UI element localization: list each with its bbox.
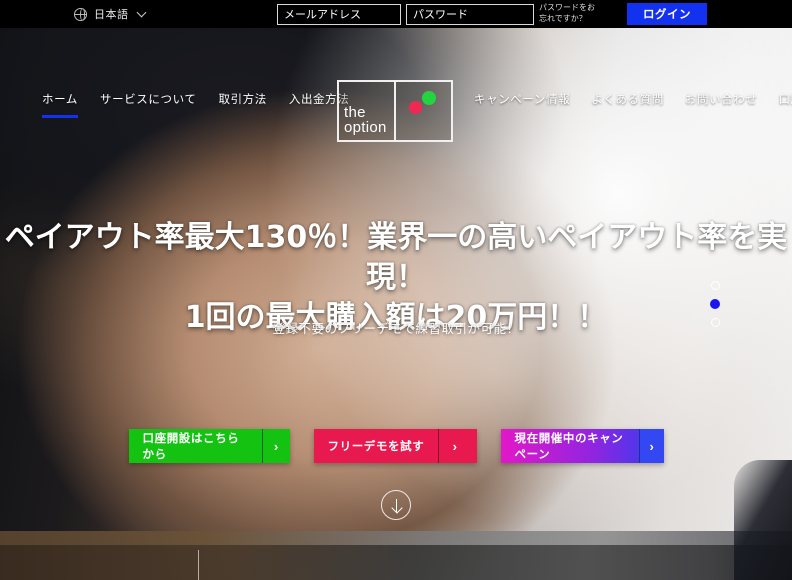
desk-edge-line xyxy=(198,550,199,580)
logo-green-dot-icon xyxy=(422,91,436,105)
page-root: 日本語 パスワードをお忘れですか？ ログイン ホーム サービスについて 取引方法… xyxy=(0,0,792,580)
nav-right-group: キャンペーン情報 よくある質問 お問い合わせ 口座開設 xyxy=(474,91,792,107)
nav-item-campaign-info[interactable]: キャンペーン情報 xyxy=(474,91,570,107)
current-campaign-button[interactable]: 現在開催中のキャンペーン › xyxy=(500,429,664,463)
nav-item-contact[interactable]: お問い合わせ xyxy=(685,91,758,107)
cta-button-row: 口座開設はこちらから › フリーデモを試す › 現在開催中のキャンペーン › xyxy=(0,429,792,463)
hero-subheadline: 登録不要のフリーデモで練習取引が可能！ xyxy=(272,322,520,336)
nav-item-open-account[interactable]: 口座開設 xyxy=(778,91,792,107)
logo-wordmark: the option xyxy=(339,82,396,140)
slider-dot-1[interactable] xyxy=(710,281,720,290)
arrow-down-icon xyxy=(395,498,397,512)
top-utility-bar: 日本語 パスワードをお忘れですか？ ログイン xyxy=(0,0,792,28)
password-input[interactable] xyxy=(406,4,534,25)
logo-text-option: option xyxy=(344,119,387,136)
phone-corner xyxy=(734,460,792,580)
slider-dot-3[interactable] xyxy=(710,318,720,327)
language-label: 日本語 xyxy=(94,9,129,21)
nav-item-trading-method[interactable]: 取引方法 xyxy=(218,91,266,107)
scroll-down-button[interactable] xyxy=(381,490,411,520)
main-navigation: ホーム サービスについて 取引方法 入出金方法 キャンペーン情報 よくある質問 … xyxy=(0,28,792,142)
hero-photo-bottomband xyxy=(0,545,792,580)
slider-dot-2[interactable] xyxy=(710,299,720,309)
nav-item-about-service[interactable]: サービスについて xyxy=(100,91,196,107)
chevron-right-icon: › xyxy=(261,429,290,463)
nav-left-group: ホーム サービスについて 取引方法 入出金方法 xyxy=(42,91,349,118)
current-campaign-label: 現在開催中のキャンペーン xyxy=(514,433,624,461)
slider-pagination xyxy=(710,281,720,327)
language-selector[interactable]: 日本語 xyxy=(74,0,146,28)
open-account-label: 口座開設はこちらから xyxy=(142,433,240,461)
logo-text-the: the xyxy=(344,104,366,121)
login-button[interactable]: ログイン xyxy=(627,3,707,25)
free-demo-button[interactable]: フリーデモを試す › xyxy=(313,429,477,463)
chevron-down-icon xyxy=(136,7,146,17)
open-account-button[interactable]: 口座開設はこちらから › xyxy=(128,429,290,463)
site-logo[interactable]: the option xyxy=(337,80,453,142)
hero-photo-midband xyxy=(0,531,792,545)
forgot-password-link[interactable]: パスワードをお忘れですか？ xyxy=(539,2,597,24)
chevron-right-icon: › xyxy=(638,429,664,463)
logo-mark xyxy=(396,82,451,140)
chevron-right-icon: › xyxy=(438,429,470,463)
globe-icon xyxy=(74,7,87,21)
nav-item-home[interactable]: ホーム xyxy=(42,91,78,118)
logo-red-dot-icon xyxy=(409,101,422,114)
nav-item-faq[interactable]: よくある質問 xyxy=(591,91,664,107)
free-demo-label: フリーデモを試す xyxy=(327,441,425,453)
email-input[interactable] xyxy=(277,4,401,25)
hero-headline-line1: ペイアウト率最大130％！業界一の高いペイアウト率を実現！ xyxy=(4,220,788,295)
